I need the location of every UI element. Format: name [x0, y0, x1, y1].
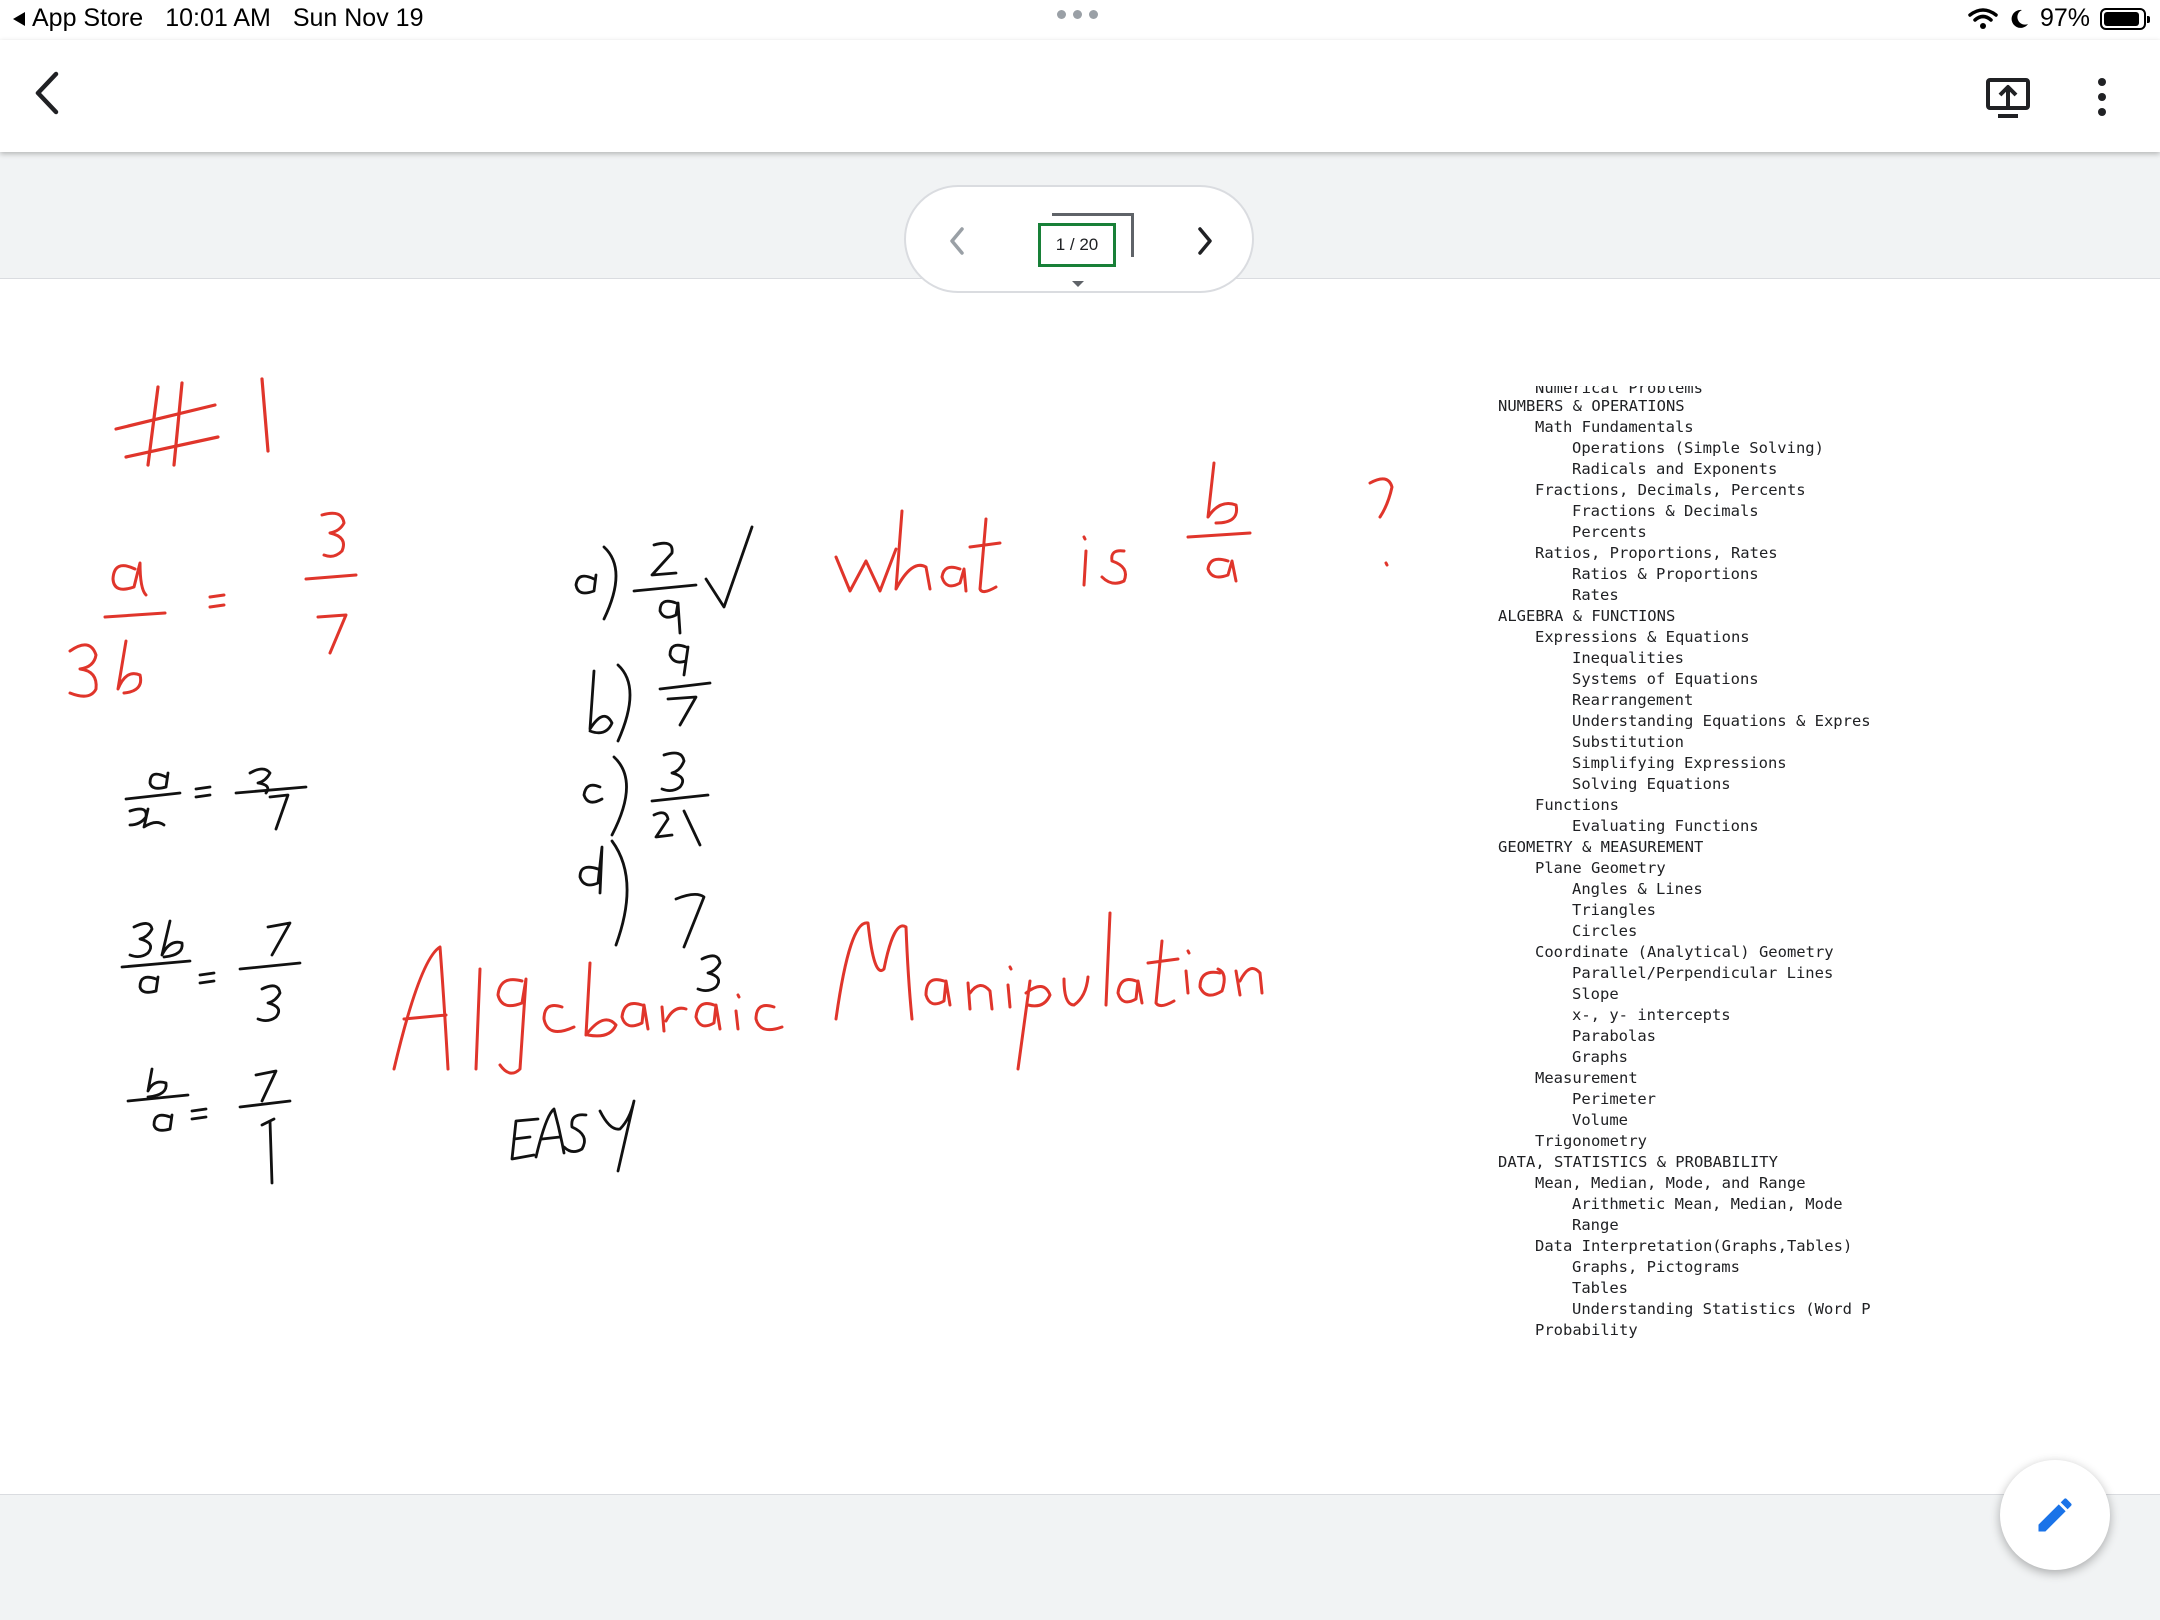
chevron-left-icon: [950, 227, 964, 255]
back-app-label: App Store: [32, 4, 144, 32]
outline-item: NUMBERS & OPERATIONS: [1498, 397, 1685, 415]
outline-item: Volume: [1572, 1111, 1628, 1129]
outline-item: Tables: [1572, 1279, 1628, 1297]
page-navigator: 1 / 20: [904, 185, 1254, 293]
outline-item: x-, y- intercepts: [1572, 1006, 1731, 1024]
outline-item: DATA, STATISTICS & PROBABILITY: [1498, 1153, 1778, 1171]
outline-item: Arithmetic Mean, Median, Mode: [1572, 1195, 1843, 1213]
handwriting-layer: [68, 377, 1394, 1185]
battery-percent: 97%: [2039, 4, 2090, 32]
outline-item: Measurement: [1535, 1069, 1638, 1087]
more-options-button[interactable]: [2082, 70, 2122, 124]
outline-item: Functions: [1535, 796, 1619, 814]
outline-item: GEOMETRY & MEASUREMENT: [1498, 838, 1704, 856]
outline-item: ALGEBRA & FUNCTIONS: [1498, 607, 1676, 625]
topic-outline: Numerical Problems NUMBERS & OPERATIONS Ma…: [1498, 386, 1871, 1341]
outline-item: Radicals and Exponents: [1572, 460, 1778, 478]
back-triangle-icon: [13, 11, 25, 26]
outline-item: Coordinate (Analytical) Geometry: [1535, 943, 1834, 961]
more-vertical-icon: [2098, 78, 2106, 86]
next-page-button[interactable]: [1194, 223, 1216, 264]
present-to-screen-icon: [1986, 78, 2030, 118]
outline-item: Data Interpretation(Graphs,Tables): [1535, 1237, 1853, 1255]
moon-icon: [2011, 9, 2028, 28]
outline-item: Graphs: [1572, 1048, 1628, 1066]
status-date: Sun Nov 19: [292, 4, 424, 32]
outline-item: Rates: [1572, 586, 1619, 604]
page-dropdown-caret-icon[interactable]: [1072, 281, 1084, 287]
edit-fab-button[interactable]: [2000, 1460, 2110, 1570]
handwritten-problem-number: [114, 377, 270, 467]
outline-item: Triangles: [1572, 901, 1656, 919]
outline-item: Ratios & Proportions: [1572, 565, 1759, 583]
battery-icon: [2100, 7, 2150, 30]
outline-item: Parabolas: [1572, 1027, 1656, 1045]
outline-item: Fractions & Decimals: [1572, 502, 1759, 520]
outline-item: Understanding Equations & Expres: [1572, 712, 1871, 730]
outline-item: Circles: [1572, 922, 1638, 940]
outline-item: Expressions & Equations: [1535, 628, 1750, 646]
handwritten-given-equation: [68, 511, 358, 698]
app-toolbar: [0, 40, 2160, 152]
edit-pencil-icon: [2038, 1498, 2072, 1532]
back-to-app-link[interactable]: App Store: [12, 4, 143, 33]
status-bar-right: 97%: [1968, 4, 2150, 33]
outline-item: Graphs, Pictograms: [1572, 1258, 1740, 1276]
outline-item: Understanding Statistics (Word P: [1572, 1300, 1871, 1318]
handwritten-difficulty: [510, 1099, 636, 1173]
chevron-right-icon: [1198, 227, 1212, 255]
status-bar: App Store 10:01 AM Sun Nov 19 97%: [0, 0, 2160, 40]
handwritten-answer-choices: [574, 525, 754, 992]
handwritten-topic: [392, 911, 1264, 1075]
outline-item: Rearrangement: [1572, 691, 1694, 709]
outline-item: Slope: [1572, 985, 1619, 1003]
handwritten-work-lines: [120, 767, 308, 1185]
outline-item: Evaluating Functions: [1572, 817, 1759, 835]
outline-item: Fractions, Decimals, Percents: [1535, 481, 1806, 499]
outline-item: Perimeter: [1572, 1090, 1656, 1108]
chevron-left-icon: [35, 71, 59, 115]
outline-item: Mean, Median, Mode, and Range: [1535, 1174, 1806, 1192]
multitasking-dots-icon[interactable]: [1057, 10, 1098, 19]
wifi-icon: [1968, 7, 1998, 29]
outline-item: Ratios, Proportions, Rates: [1535, 544, 1778, 562]
back-button[interactable]: [24, 70, 70, 116]
status-bar-left: App Store 10:01 AM Sun Nov 19: [12, 4, 423, 33]
present-button[interactable]: [1984, 74, 2032, 122]
outline-item: Percents: [1572, 523, 1647, 541]
outline-item: Operations (Simple Solving): [1572, 439, 1824, 457]
outline-item: Probability: [1535, 1321, 1638, 1339]
outline-item: Trigonometry: [1535, 1132, 1647, 1150]
outline-item: Simplifying Expressions: [1572, 754, 1787, 772]
outline-item: Substitution: [1572, 733, 1684, 751]
outline-item: Solving Equations: [1572, 775, 1731, 793]
outline-item: Inequalities: [1572, 649, 1684, 667]
previous-page-button[interactable]: [946, 223, 968, 264]
page-indicator[interactable]: 1 / 20: [1038, 223, 1116, 267]
outline-item: Plane Geometry: [1535, 859, 1666, 877]
outline-item: Parallel/Perpendicular Lines: [1572, 964, 1834, 982]
outline-item: Systems of Equations: [1572, 670, 1759, 688]
outline-item: Numerical Problems: [1535, 386, 1703, 396]
handwritten-question: [834, 461, 1394, 594]
document-page: Numerical Problems NUMBERS & OPERATIONS Ma…: [0, 278, 2160, 1495]
outline-item: Range: [1572, 1216, 1619, 1234]
outline-item: Angles & Lines: [1572, 880, 1703, 898]
status-time: 10:01 AM: [165, 4, 271, 32]
outline-item: Math Fundamentals: [1535, 418, 1694, 436]
